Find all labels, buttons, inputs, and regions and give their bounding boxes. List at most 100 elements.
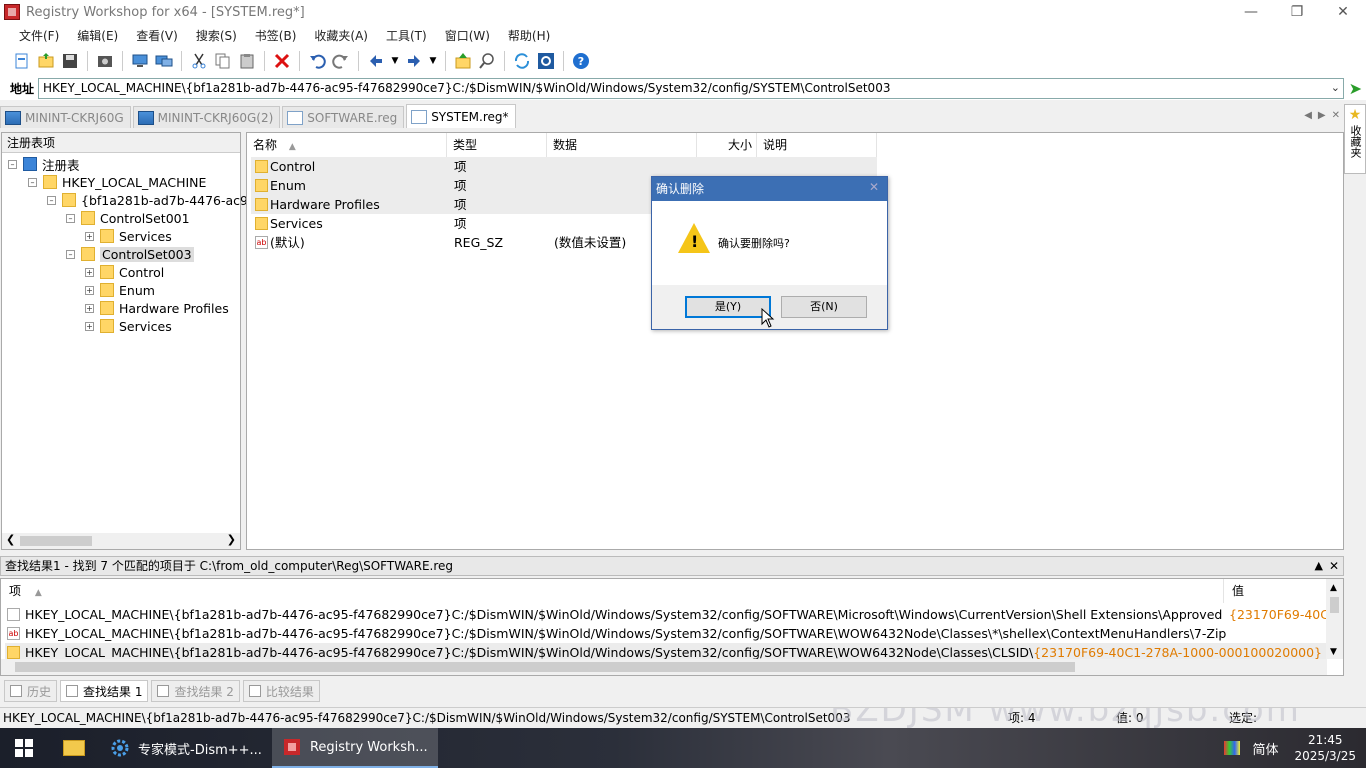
column-header-size[interactable]: 大小 <box>697 133 757 157</box>
find-horizontal-scrollbar[interactable] <box>1 659 1327 675</box>
tree-node-services-001[interactable]: + Services <box>85 227 172 245</box>
local-registry-icon[interactable] <box>130 51 150 71</box>
copy-icon[interactable] <box>213 51 233 71</box>
tab-close-icon[interactable]: ✕ <box>1332 110 1340 121</box>
settings-icon[interactable] <box>536 51 556 71</box>
scroll-thumb[interactable] <box>1330 597 1339 613</box>
tree-horizontal-scrollbar[interactable]: ❮ ❯ <box>2 533 240 549</box>
favorites-sidebar[interactable]: ★ 收藏夹 <box>1344 104 1366 174</box>
tree-node-guid[interactable]: – {bf1a281b-ad7b-4476-ac95 <box>47 191 256 209</box>
scroll-thumb[interactable] <box>15 662 1075 672</box>
panel-close-icon[interactable]: ✕ <box>1329 557 1339 575</box>
help-icon[interactable]: ? <box>571 51 591 71</box>
scroll-down-icon[interactable]: ▼ <box>1330 647 1337 657</box>
find-icon[interactable] <box>477 51 497 71</box>
tree-node-enum[interactable]: + Enum <box>85 281 155 299</box>
clock[interactable]: 21:45 2025/3/25 <box>1294 732 1356 764</box>
dialog-close-icon[interactable]: ✕ <box>869 180 879 194</box>
taskbar-registry-workshop[interactable]: Registry Worksh... <box>271 728 438 768</box>
menu-favorites[interactable]: 收藏夹(A) <box>305 27 377 44</box>
scroll-left-icon[interactable]: ❮ <box>6 533 15 546</box>
forward-icon[interactable] <box>404 51 424 71</box>
column-header-name[interactable]: 名称 ▲ <box>247 133 447 157</box>
tab-scroll-right-icon[interactable]: ▶ <box>1318 110 1326 121</box>
menu-bookmark[interactable]: 书签(B) <box>246 27 306 44</box>
scroll-thumb[interactable] <box>20 536 92 546</box>
go-arrow-icon[interactable]: ➤ <box>1349 79 1362 98</box>
collapse-icon[interactable]: – <box>66 213 75 223</box>
menu-edit[interactable]: 编辑(E) <box>68 27 127 44</box>
refresh-icon[interactable] <box>512 51 532 71</box>
expand-icon[interactable]: + <box>85 321 94 331</box>
tab-software-reg[interactable]: SOFTWARE.reg <box>282 106 405 128</box>
column-header-description[interactable]: 说明 <box>757 133 877 157</box>
minimize-button[interactable]: — <box>1228 0 1274 24</box>
tab-find-results-1[interactable]: 查找结果 1 <box>60 680 149 702</box>
ime-indicator[interactable]: 简体 <box>1252 739 1278 758</box>
tree-node-registry[interactable]: – 注册表 <box>8 155 80 173</box>
pin-icon[interactable]: ▲ <box>1315 557 1323 575</box>
tree-node-control[interactable]: + Control <box>85 263 164 281</box>
start-button[interactable] <box>0 728 48 768</box>
menu-search[interactable]: 搜索(S) <box>187 27 246 44</box>
remote-registry-icon[interactable] <box>154 51 174 71</box>
new-icon[interactable] <box>12 51 32 71</box>
column-header-type[interactable]: 类型 <box>447 133 547 157</box>
save-icon[interactable] <box>60 51 80 71</box>
collapse-icon[interactable]: – <box>8 159 17 169</box>
tab-scroll-left-icon[interactable]: ◀ <box>1304 110 1312 121</box>
undo-icon[interactable] <box>307 51 327 71</box>
taskbar-file-explorer[interactable] <box>48 728 100 768</box>
expand-icon[interactable]: + <box>85 303 94 313</box>
no-button[interactable]: 否(N) <box>781 296 867 318</box>
address-input[interactable]: HKEY_LOCAL_MACHINE\{bf1a281b-ad7b-4476-a… <box>38 78 1344 99</box>
snapshot-icon[interactable] <box>95 51 115 71</box>
tab-find-results-2[interactable]: 查找结果 2 <box>151 680 240 702</box>
collapse-icon[interactable]: – <box>66 249 75 259</box>
close-button[interactable]: ✕ <box>1320 0 1366 24</box>
scroll-right-icon[interactable]: ❯ <box>227 533 236 546</box>
address-dropdown-icon[interactable]: ⌄ <box>1331 81 1340 94</box>
menu-file[interactable]: 文件(F) <box>10 27 68 44</box>
language-flag-icon[interactable] <box>1224 741 1241 755</box>
tab-minint-2[interactable]: MININT-CKRJ60G(2) <box>132 106 281 128</box>
expand-icon[interactable]: + <box>85 267 94 277</box>
tree-node-hklm[interactable]: – HKEY_LOCAL_MACHINE <box>28 173 206 191</box>
parent-key-icon[interactable] <box>453 51 473 71</box>
tab-compare-results[interactable]: 比较结果 <box>242 680 320 702</box>
back-icon[interactable] <box>366 51 386 71</box>
column-header-value[interactable]: 值 <box>1223 579 1323 603</box>
yes-button[interactable]: 是(Y) <box>685 296 771 318</box>
menu-help[interactable]: 帮助(H) <box>499 27 559 44</box>
tree-node-hardware-profiles[interactable]: + Hardware Profiles <box>85 299 229 317</box>
cut-icon[interactable] <box>189 51 209 71</box>
restore-button[interactable]: ❐ <box>1274 0 1320 24</box>
column-header-data[interactable]: 数据 <box>547 133 697 157</box>
find-result-row[interactable]: ab HKEY_LOCAL_MACHINE\{bf1a281b-ad7b-447… <box>5 624 1327 643</box>
tree-node-controlset001[interactable]: – ControlSet001 <box>66 209 190 227</box>
column-header-item[interactable]: 项 ▲ <box>1 579 1223 603</box>
tree-node-controlset003[interactable]: – ControlSet003 <box>66 245 194 263</box>
redo-icon[interactable] <box>331 51 351 71</box>
find-vertical-scrollbar[interactable]: ▲ ▼ <box>1326 579 1343 659</box>
taskbar-dism[interactable]: 专家模式-Dism++... <box>100 728 272 768</box>
forward-dropdown-icon[interactable]: ▼ <box>428 51 438 71</box>
scroll-up-icon[interactable]: ▲ <box>1330 583 1337 593</box>
collapse-icon[interactable]: – <box>47 195 56 205</box>
open-icon[interactable] <box>36 51 56 71</box>
delete-icon[interactable] <box>272 51 292 71</box>
expand-icon[interactable]: + <box>85 285 94 295</box>
expand-icon[interactable]: + <box>85 231 94 241</box>
menu-view[interactable]: 查看(V) <box>127 27 187 44</box>
collapse-icon[interactable]: – <box>28 177 37 187</box>
find-result-row[interactable]: HKEY_LOCAL_MACHINE\{bf1a281b-ad7b-4476-a… <box>5 605 1327 624</box>
tree-node-services-003[interactable]: + Services <box>85 317 172 335</box>
list-item[interactable]: Control 项 <box>251 157 877 176</box>
tab-minint-1[interactable]: MININT-CKRJ60G <box>0 106 131 128</box>
paste-icon[interactable] <box>237 51 257 71</box>
menu-tools[interactable]: 工具(T) <box>377 27 436 44</box>
tab-history[interactable]: 历史 <box>4 680 58 702</box>
tab-system-reg[interactable]: SYSTEM.reg* <box>406 104 516 128</box>
back-dropdown-icon[interactable]: ▼ <box>390 51 400 71</box>
menu-window[interactable]: 窗口(W) <box>436 27 499 44</box>
